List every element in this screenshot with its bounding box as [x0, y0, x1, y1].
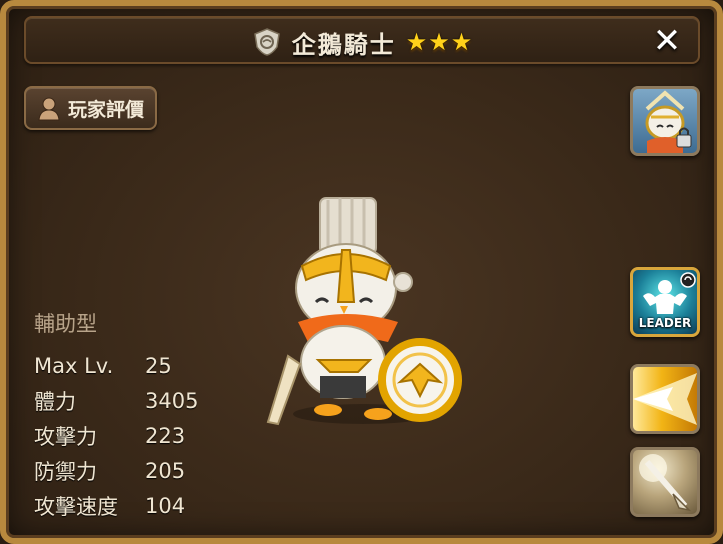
monster-name: 企鵝騎士 [291, 30, 396, 59]
star-rating: ★ ★ ★ [406, 30, 473, 54]
spear-skill-icon [639, 454, 692, 512]
stat-row-hp: 體力 3405 [34, 383, 198, 418]
leader-label: LEADER [638, 316, 692, 330]
title-group: 企鵝騎士 ★ ★ ★ [26, 18, 698, 66]
penguin-knight-monster [266, 197, 462, 426]
stat-label: 攻擊速度 [34, 494, 118, 519]
stat-value: 25 [145, 353, 172, 378]
skill-2-button[interactable] [630, 447, 700, 517]
stat-value: 3405 [145, 388, 199, 413]
player-rating-button[interactable]: 玩家評價 [24, 86, 157, 130]
stat-value: 104 [145, 493, 186, 518]
stat-label: 防禦力 [34, 459, 97, 484]
stat-row-speed: 攻擊速度 104 [34, 488, 198, 523]
skill-1-button[interactable] [630, 364, 700, 434]
light-burst-skill-icon [633, 373, 697, 425]
stat-value: 223 [145, 423, 186, 448]
stat-row-max-level: Max Lv. 25 [34, 348, 198, 383]
wind-element-icon [253, 28, 280, 56]
monster-type: 輔助型 [34, 312, 97, 336]
close-button[interactable]: ✕ [650, 24, 684, 58]
locked-portrait-icon [645, 90, 692, 153]
star-icon: ★ [450, 28, 473, 56]
stat-row-defense: 防禦力 205 [34, 453, 198, 488]
person-icon [38, 97, 60, 121]
player-rating-label: 玩家評價 [68, 98, 145, 121]
stat-value: 205 [145, 458, 186, 483]
portrait-skin-button[interactable] [630, 86, 700, 156]
stat-label: 攻擊力 [34, 424, 97, 449]
star-icon: ★ [405, 28, 428, 56]
stat-label: 體力 [34, 389, 76, 414]
title-bar: 企鵝騎士 ★ ★ ★ ✕ [24, 16, 700, 64]
stats-panel: 輔助型 Max Lv. 25 體力 3405 攻擊力 223 防禦力 205 攻… [34, 308, 198, 523]
leader-skill-button[interactable]: LEADER [630, 267, 700, 337]
star-icon: ★ [428, 28, 450, 56]
stat-label: Max Lv. [34, 353, 114, 378]
stat-row-attack: 攻擊力 223 [34, 418, 198, 453]
